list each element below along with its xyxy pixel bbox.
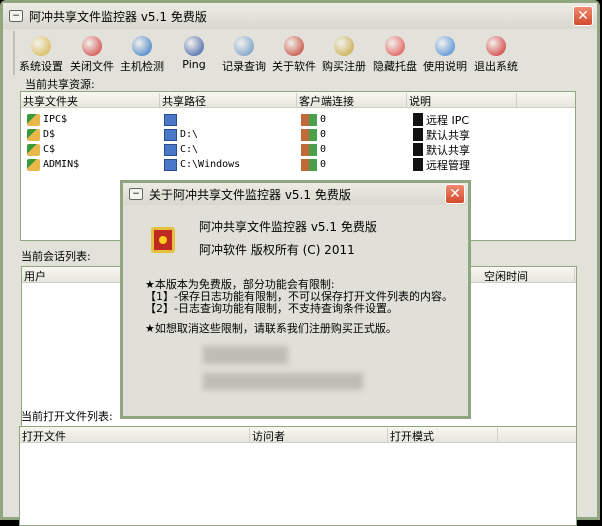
- toolbar-button-label: 关闭文件: [70, 60, 114, 73]
- path-icon: [164, 143, 177, 156]
- app-logo-icon: [151, 227, 175, 253]
- notice-2: 【2】-日志查询功能有限制，不支持查询条件设置。: [145, 302, 398, 315]
- share-folder-icon: [27, 113, 40, 126]
- window-title: 阿冲共享文件监控器 v5.1 免费版: [29, 9, 207, 24]
- toolbar-button-6[interactable]: 购买注册: [318, 33, 370, 74]
- users-icon: [301, 158, 317, 171]
- toolbar-button-label: 系统设置: [19, 60, 63, 73]
- description-icon: [413, 113, 423, 126]
- share-folder-icon: [27, 128, 40, 141]
- toolbar-button-label: Ping: [182, 58, 206, 71]
- system-menu-icon[interactable]: −: [9, 10, 23, 22]
- share-name-cell: C$: [27, 142, 55, 157]
- share-folder-icon: [27, 158, 40, 171]
- search-log-icon: [234, 36, 254, 56]
- column-header[interactable]: 空闲时间: [482, 268, 575, 283]
- product-name: 阿冲共享文件监控器 v5.1 免费版: [199, 220, 377, 234]
- toolbar-button-label: 退出系统: [474, 60, 518, 73]
- share-path-cell: D:\: [164, 127, 198, 142]
- column-header[interactable]: 打开模式: [388, 428, 498, 443]
- share-folder-icon: [27, 143, 40, 156]
- table-row[interactable]: C$ C:\ 0 默认共享: [21, 142, 575, 157]
- description-icon: [413, 128, 423, 141]
- share-name-cell: IPC$: [27, 112, 67, 127]
- toolbar-button-label: 隐藏托盘: [373, 60, 417, 73]
- shares-header: 共享文件夹 共享路径 客户端连接 说明: [21, 92, 575, 108]
- open-files-header: 打开文件 访问者 打开模式: [20, 427, 576, 443]
- toolbar-button-4[interactable]: 记录查询: [218, 33, 270, 74]
- close-icon[interactable]: ✕: [573, 6, 593, 26]
- users-icon: [301, 128, 317, 141]
- toolbar-button-label: 购买注册: [322, 60, 366, 73]
- network-icon: [184, 36, 204, 56]
- path-icon: [164, 158, 177, 171]
- description-icon: [413, 158, 423, 171]
- title-bar: − 阿冲共享文件监控器 v5.1 免费版 ✕: [3, 3, 597, 29]
- description-cell: 默认共享: [413, 142, 470, 157]
- column-header[interactable]: 访问者: [250, 428, 388, 443]
- redacted-contact: [203, 346, 288, 364]
- description-cell: 远程管理: [413, 157, 470, 172]
- clients-cell: 0: [301, 127, 326, 142]
- share-name-cell: ADMIN$: [27, 157, 79, 172]
- dialog-title-bar: − 关于阿冲共享文件监控器 v5.1 免费版 ✕: [123, 183, 468, 205]
- toolbar-button-label: 关于软件: [272, 60, 316, 73]
- system-menu-icon[interactable]: −: [129, 188, 143, 200]
- toolbar-button-8[interactable]: 使用说明: [419, 33, 471, 74]
- toolbar: 系统设置 关闭文件 主机检测 Ping 记录查询 关于软件 购买注册 隐藏托盘 使用说明 退出系统: [13, 31, 579, 75]
- column-header[interactable]: 客户端连接: [297, 93, 407, 108]
- clients-cell: 0: [301, 157, 326, 172]
- settings-icon: [31, 36, 51, 56]
- toolbar-button-7[interactable]: 隐藏托盘: [369, 33, 421, 74]
- column-header[interactable]: 用户: [22, 268, 122, 283]
- description-cell: 远程 IPC: [413, 112, 469, 127]
- column-header[interactable]: 说明: [407, 93, 517, 108]
- table-row[interactable]: D$ D:\ 0 默认共享: [21, 127, 575, 142]
- path-icon: [164, 128, 177, 141]
- redacted-contact: [203, 373, 363, 390]
- sessions-label: 当前会话列表:: [21, 250, 91, 263]
- share-path-cell: C:\Windows: [164, 157, 240, 172]
- description-icon: [413, 143, 423, 156]
- toolbar-button-9[interactable]: 退出系统: [470, 33, 522, 74]
- notice-3: ★如想取消这些限制，请联系我们注册购买正式版。: [145, 322, 397, 335]
- column-header[interactable]: 共享文件夹: [21, 93, 160, 108]
- path-icon: [164, 113, 177, 126]
- share-name-cell: D$: [27, 127, 55, 142]
- toolbar-button-3[interactable]: Ping: [168, 33, 220, 71]
- toolbar-button-label: 记录查询: [222, 60, 266, 73]
- about-icon: [284, 36, 304, 56]
- tray-icon: [385, 36, 405, 56]
- clients-cell: 0: [301, 112, 326, 127]
- about-dialog: − 关于阿冲共享文件监控器 v5.1 免费版 ✕ 阿冲共享文件监控器 v5.1 …: [120, 180, 471, 419]
- help-icon: [435, 36, 455, 56]
- key-icon: [334, 36, 354, 56]
- close-icon[interactable]: ✕: [445, 184, 465, 204]
- exit-icon: [486, 36, 506, 56]
- toolbar-button-0[interactable]: 系统设置: [15, 33, 67, 74]
- open-files-label: 当前打开文件列表:: [21, 410, 113, 423]
- column-header[interactable]: 打开文件: [20, 428, 250, 443]
- open-files-list[interactable]: 打开文件 访问者 打开模式: [19, 426, 577, 526]
- description-cell: 默认共享: [413, 127, 470, 142]
- dialog-title: 关于阿冲共享文件监控器 v5.1 免费版: [149, 187, 351, 202]
- clients-cell: 0: [301, 142, 326, 157]
- toolbar-button-5[interactable]: 关于软件: [268, 33, 320, 74]
- column-header[interactable]: 共享路径: [160, 93, 297, 108]
- share-path-cell: C:\: [164, 142, 198, 157]
- toolbar-button-label: 使用说明: [423, 60, 467, 73]
- table-row[interactable]: IPC$ 0 远程 IPC: [21, 112, 575, 127]
- copyright: 阿冲软件 版权所有 (C) 2011: [199, 243, 355, 257]
- users-icon: [301, 113, 317, 126]
- table-row[interactable]: ADMIN$ C:\Windows 0 远程管理: [21, 157, 575, 172]
- close-file-icon: [82, 36, 102, 56]
- shares-label: 当前共享资源:: [25, 78, 95, 91]
- share-path-cell: [164, 112, 180, 127]
- toolbar-button-1[interactable]: 关闭文件: [66, 33, 118, 74]
- toolbar-button-2[interactable]: 主机检测: [116, 33, 168, 74]
- users-icon: [301, 143, 317, 156]
- toolbar-button-label: 主机检测: [120, 60, 164, 73]
- globe-icon: [132, 36, 152, 56]
